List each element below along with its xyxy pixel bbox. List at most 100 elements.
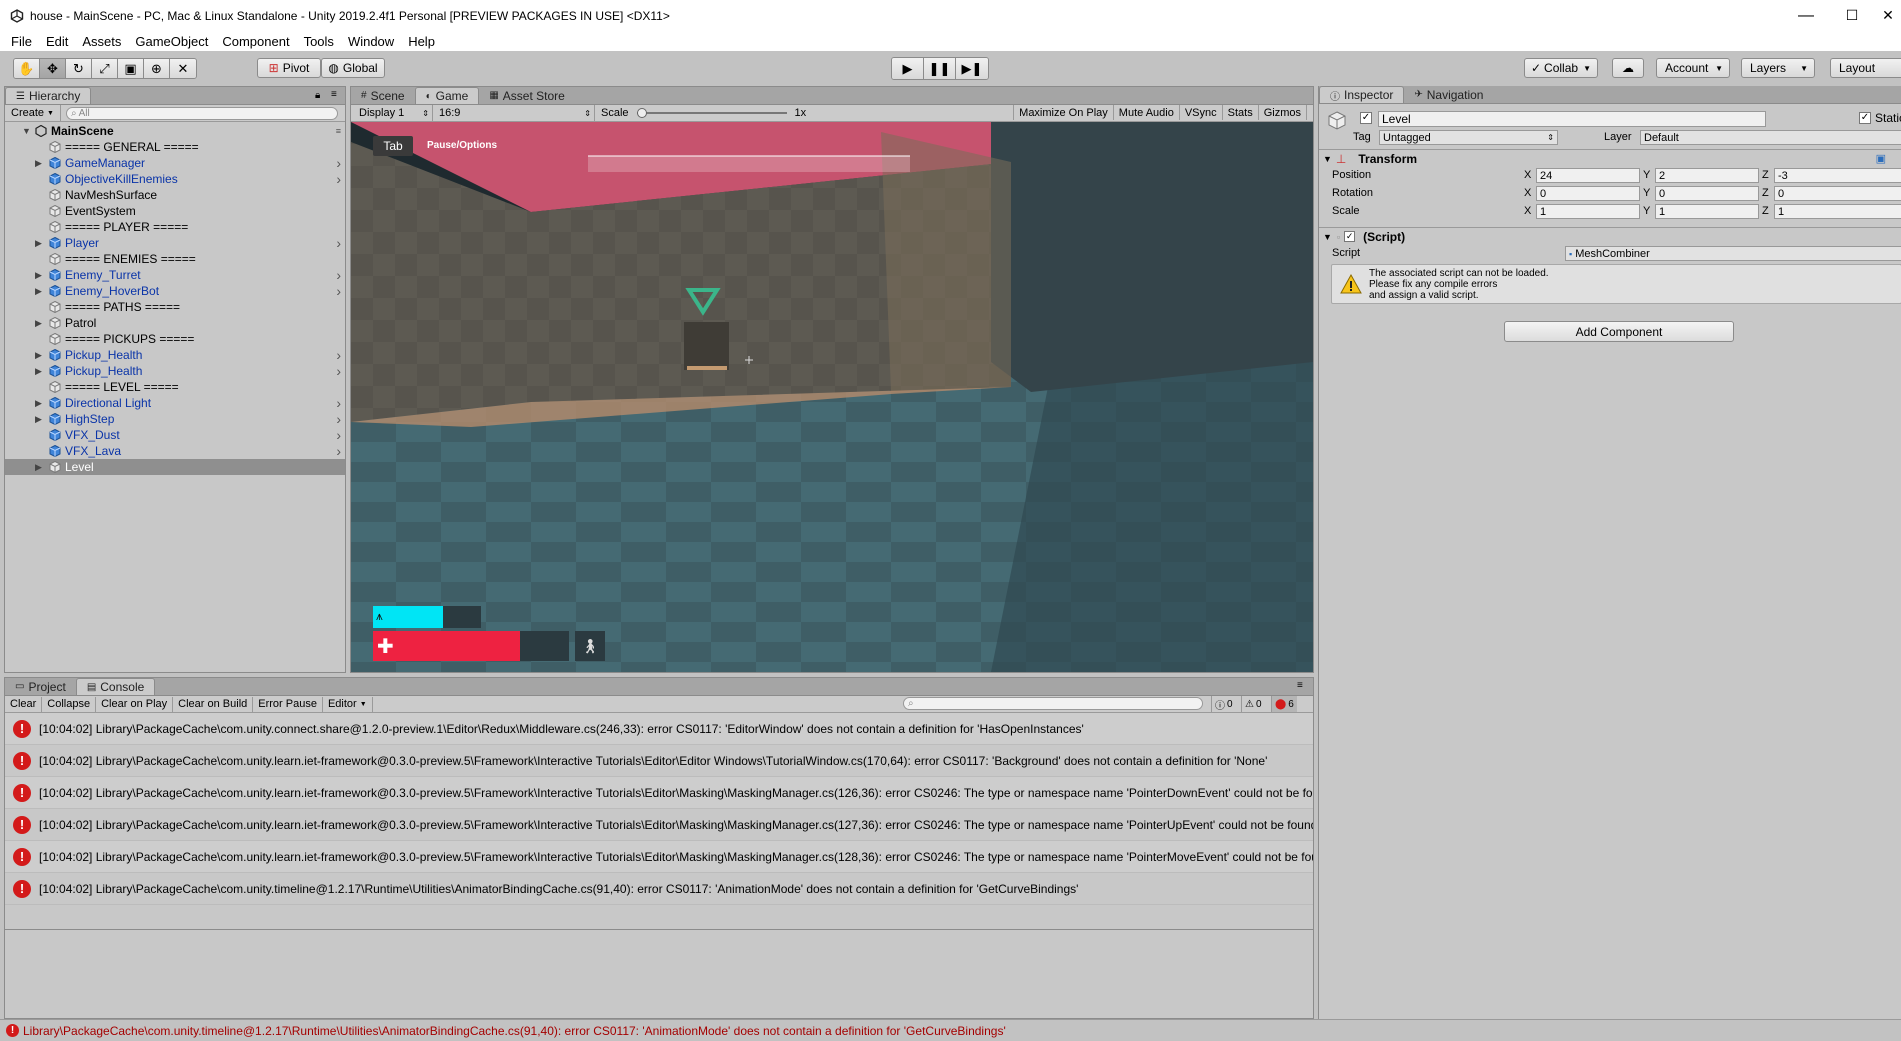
foldout-closed-icon[interactable]: ▶ — [35, 158, 42, 169]
game-viewport[interactable]: Tab Pause/Options ⩚ ✚ 🚶︎ — [351, 122, 1313, 672]
foldout-closed-icon[interactable]: ▶ — [35, 398, 42, 409]
console-log-entry[interactable]: ! [10:04:02] Library\PackageCache\com.uni… — [5, 713, 1313, 745]
hierarchy-item[interactable]: ▶ Player › — [5, 235, 345, 251]
console-log-entry[interactable]: ! [10:04:02] Library\PackageCache\com.uni… — [5, 777, 1313, 809]
menu-edit[interactable]: Edit — [39, 34, 75, 49]
minimize-button[interactable]: — — [1783, 0, 1829, 31]
hierarchy-item[interactable]: ===== PATHS ===== — [5, 299, 345, 315]
static-checkbox[interactable]: ✓ — [1859, 112, 1871, 124]
object-name-field[interactable]: Level — [1378, 111, 1766, 127]
position-y-field[interactable]: 2 — [1655, 168, 1759, 183]
tag-dropdown[interactable]: Untagged ⇕ — [1379, 130, 1558, 145]
chevron-right-icon[interactable]: › — [336, 363, 341, 379]
menu-help[interactable]: Help — [401, 34, 442, 49]
hierarchy-item[interactable]: VFX_Lava › — [5, 443, 345, 459]
rect-tool-icon[interactable]: ▣ — [118, 59, 144, 78]
chevron-right-icon[interactable]: › — [336, 267, 341, 283]
chevron-right-icon[interactable]: › — [336, 427, 341, 443]
chevron-right-icon[interactable]: › — [336, 283, 341, 299]
editor-dropdown[interactable]: Editor ▼ — [323, 696, 373, 712]
script-enabled-checkbox[interactable]: ✓ — [1344, 231, 1356, 242]
scale-x-field[interactable]: 1 — [1536, 204, 1640, 219]
scene-row[interactable]: ▼ MainScene ≡ — [5, 123, 345, 139]
console-log-entry[interactable]: ! [10:04:02] Library\PackageCache\com.uni… — [5, 809, 1313, 841]
panel-menu-icon[interactable]: ≡ — [1297, 680, 1303, 691]
foldout-open-icon[interactable]: ▼ — [1323, 232, 1332, 242]
chevron-right-icon[interactable]: › — [336, 443, 341, 459]
scale-x-label[interactable]: X — [1524, 205, 1531, 217]
menu-file[interactable]: File — [4, 34, 39, 49]
transform-header[interactable]: ▼ ⊥ Transform ▣ — [1319, 149, 1901, 167]
help-icon[interactable]: ▣ — [1876, 152, 1886, 165]
rotation-z-label[interactable]: Z — [1762, 187, 1769, 199]
hierarchy-item[interactable]: ===== LEVEL ===== — [5, 379, 345, 395]
pause-icon[interactable]: ❚❚ — [924, 58, 956, 79]
create-dropdown[interactable]: Create ▼ — [5, 105, 61, 121]
hierarchy-item[interactable]: ▶ Directional Light › — [5, 395, 345, 411]
tab-scene[interactable]: # Scene — [351, 87, 415, 104]
scale-y-field[interactable]: 1 — [1655, 204, 1759, 219]
rotate-tool-icon[interactable]: ↻ — [66, 59, 92, 78]
step-icon[interactable]: ▶❚ — [956, 58, 988, 79]
hierarchy-item[interactable]: ▶ Enemy_HoverBot › — [5, 283, 345, 299]
foldout-closed-icon[interactable]: ▶ — [35, 366, 42, 377]
foldout-closed-icon[interactable]: ▶ — [35, 318, 42, 329]
status-bar[interactable]: ! Library\PackageCache\com.unity.timelin… — [0, 1019, 1901, 1041]
position-z-field[interactable]: -3 — [1774, 168, 1901, 183]
scale-y-label[interactable]: Y — [1643, 205, 1650, 217]
tab-game[interactable]: ◐ Game — [414, 87, 480, 104]
hierarchy-item[interactable]: VFX_Dust › — [5, 427, 345, 443]
chevron-right-icon[interactable]: › — [336, 411, 341, 427]
foldout-closed-icon[interactable]: ▶ — [35, 270, 42, 281]
foldout-closed-icon[interactable]: ▶ — [35, 350, 42, 361]
rotation-z-field[interactable]: 0 — [1774, 186, 1901, 201]
foldout-open-icon[interactable]: ▼ — [1323, 154, 1332, 164]
tab-inspector[interactable]: ⓘ Inspector — [1319, 86, 1405, 103]
tab-hierarchy[interactable]: ☰ Hierarchy — [5, 87, 92, 104]
console-search-input[interactable]: ⌕ — [903, 697, 1203, 710]
chevron-right-icon[interactable]: › — [336, 395, 341, 411]
position-x-field[interactable]: 24 — [1536, 168, 1640, 183]
console-log-entry[interactable]: ! [10:04:02] Library\PackageCache\com.uni… — [5, 841, 1313, 873]
hierarchy-item[interactable]: ===== PICKUPS ===== — [5, 331, 345, 347]
clear-on-build-toggle[interactable]: Clear on Build — [173, 696, 254, 712]
maximize-button[interactable]: ☐ — [1829, 0, 1875, 31]
console-log-entry[interactable]: ! [10:04:02] Library\PackageCache\com.uni… — [5, 745, 1313, 777]
layers-dropdown[interactable]: Layers ▼ — [1741, 58, 1815, 78]
lock-icon[interactable]: 🔒︎ — [315, 90, 320, 101]
aspect-dropdown[interactable]: 16:9 ⇕ — [433, 105, 595, 121]
hierarchy-item[interactable]: ▶ Pickup_Health › — [5, 363, 345, 379]
stats-toggle[interactable]: Stats — [1223, 105, 1259, 120]
add-component-button[interactable]: Add Component — [1504, 321, 1734, 342]
collab-button[interactable]: ✓ Collab ▼ — [1524, 58, 1598, 78]
account-dropdown[interactable]: Account ▼ — [1656, 58, 1730, 78]
foldout-closed-icon[interactable]: ▶ — [35, 238, 42, 249]
global-button[interactable]: ◍ Global — [321, 58, 385, 78]
hierarchy-item[interactable]: ObjectiveKillEnemies › — [5, 171, 345, 187]
hand-tool-icon[interactable]: ✋ — [14, 59, 40, 78]
tab-navigation[interactable]: ✈ Navigation — [1404, 86, 1493, 103]
position-z-label[interactable]: Z — [1762, 169, 1769, 181]
display-dropdown[interactable]: Display 1 ⇕ — [351, 105, 433, 121]
scale-z-label[interactable]: Z — [1762, 205, 1769, 217]
foldout-closed-icon[interactable]: ▶ — [35, 462, 42, 473]
hierarchy-item[interactable]: ▶ Patrol — [5, 315, 345, 331]
collapse-toggle[interactable]: Collapse — [42, 696, 97, 712]
hierarchy-item[interactable]: ===== GENERAL ===== — [5, 139, 345, 155]
rotation-x-field[interactable]: 0 — [1536, 186, 1640, 201]
layer-dropdown[interactable]: Default — [1640, 130, 1901, 145]
rotation-y-field[interactable]: 0 — [1655, 186, 1759, 201]
chevron-right-icon[interactable]: › — [336, 347, 341, 363]
scale-slider-thumb[interactable] — [636, 108, 647, 118]
mute-audio-toggle[interactable]: Mute Audio — [1114, 105, 1180, 120]
layout-dropdown[interactable]: Layout — [1830, 58, 1901, 78]
cloud-button[interactable]: ☁ — [1612, 58, 1644, 78]
hierarchy-item[interactable]: ===== ENEMIES ===== — [5, 251, 345, 267]
chevron-right-icon[interactable]: › — [336, 155, 341, 171]
pivot-button[interactable]: ⊞ Pivot — [257, 58, 321, 78]
scene-menu-icon[interactable]: ≡ — [336, 126, 341, 136]
close-button[interactable]: ✕ — [1875, 0, 1901, 31]
gizmos-dropdown[interactable]: Gizmos — [1259, 105, 1307, 120]
hierarchy-search-input[interactable]: ⌕ All — [65, 106, 338, 120]
position-x-label[interactable]: X — [1524, 169, 1531, 181]
